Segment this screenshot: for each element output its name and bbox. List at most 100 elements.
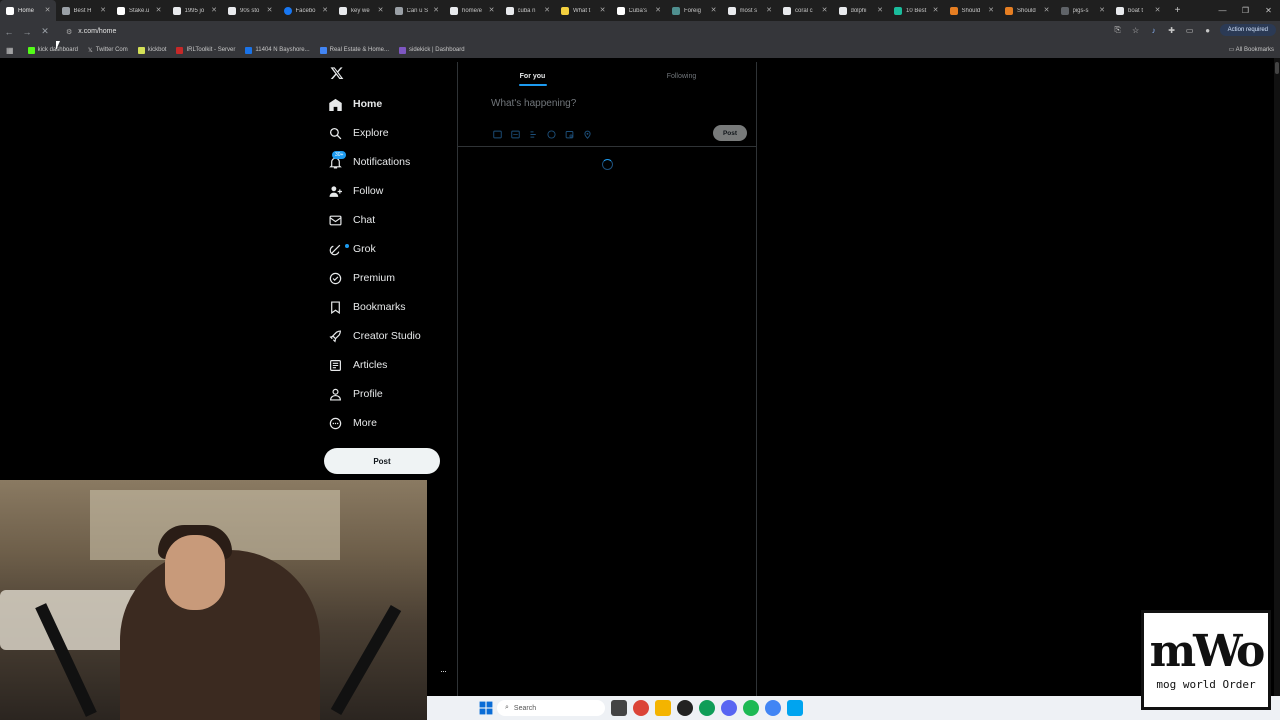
sidebar-item-chat[interactable]: Chat: [324, 209, 375, 231]
sidebar-item-profile[interactable]: Profile: [324, 383, 383, 405]
minimize-icon[interactable]: —: [1211, 6, 1234, 15]
sidebar-item-bookmarks[interactable]: Bookmarks: [324, 296, 406, 318]
browser-tab[interactable]: most s ✕: [722, 0, 778, 21]
spotify-icon[interactable]: [743, 700, 759, 716]
browser-tab[interactable]: Home ✕: [0, 0, 56, 21]
install-app-icon[interactable]: ⎘: [1112, 25, 1124, 35]
page-scrollbar[interactable]: [1274, 58, 1280, 720]
x-logo-icon[interactable]: [330, 66, 344, 80]
close-icon[interactable]: ✕: [822, 6, 828, 14]
close-icon[interactable]: ✕: [877, 6, 883, 14]
close-icon[interactable]: ✕: [711, 6, 717, 14]
bookmark-item[interactable]: sidekick | Dashboard: [399, 46, 465, 54]
location-icon[interactable]: [581, 129, 593, 139]
browser-tab[interactable]: What t ✕: [555, 0, 611, 21]
new-tab-button[interactable]: +: [1170, 5, 1186, 16]
extensions-icon[interactable]: ✚: [1166, 26, 1178, 35]
profile-avatar-icon[interactable]: ●: [1202, 26, 1214, 35]
bookmark-item[interactable]: IRLToolkit - Server: [176, 46, 235, 54]
browser-tab[interactable]: Can u S ✕: [389, 0, 445, 21]
chrome-icon[interactable]: [633, 700, 649, 716]
close-icon[interactable]: ✕: [1044, 6, 1050, 14]
bookmark-item[interactable]: kickbot: [137, 46, 166, 54]
sidebar-item-premium[interactable]: Premium: [324, 267, 395, 289]
browser-tab[interactable]: cuba n ✕: [500, 0, 556, 21]
sidepanel-icon[interactable]: ▭: [1184, 26, 1196, 35]
browser-tab[interactable]: home/e ✕: [444, 0, 500, 21]
composer-input[interactable]: What's happening?: [491, 98, 576, 109]
sidebar-item-home[interactable]: Home: [324, 93, 382, 115]
close-icon[interactable]: ✕: [1099, 6, 1105, 14]
tab-following[interactable]: Following: [607, 62, 756, 90]
sidebar-item-notifications[interactable]: 30+ Notifications: [324, 150, 410, 173]
sidebar-item-more[interactable]: More: [324, 412, 377, 434]
sidebar-item-creator-studio[interactable]: Creator Studio: [324, 325, 421, 347]
star-icon[interactable]: ☆: [1130, 26, 1142, 35]
bookmark-item[interactable]: 11404 N Bayshore...: [245, 46, 310, 54]
browser-tab[interactable]: Foreig ✕: [666, 0, 722, 21]
all-bookmarks-button[interactable]: ▭ All Bookmarks: [1229, 46, 1274, 53]
browser-tab[interactable]: 90s sto ✕: [222, 0, 278, 21]
tab-for-you[interactable]: For you: [458, 62, 607, 90]
sidebar-item-explore[interactable]: Explore: [324, 122, 389, 144]
notes-icon[interactable]: [787, 700, 803, 716]
windows-start-icon[interactable]: [479, 701, 493, 715]
media-icon[interactable]: [491, 129, 503, 139]
close-icon[interactable]: ✕: [211, 6, 217, 14]
audio-icon[interactable]: ♪: [1148, 26, 1160, 35]
forward-icon[interactable]: →: [18, 27, 36, 37]
sidebar-item-follow[interactable]: Follow: [324, 180, 383, 202]
browser-tab[interactable]: dolphi ✕: [833, 0, 889, 21]
browser-tab[interactable]: 10 Best ✕: [888, 0, 944, 21]
sidebar-item-grok[interactable]: Grok: [324, 238, 376, 260]
chrome-icon[interactable]: [765, 700, 781, 716]
action-required-button[interactable]: Action required: [1219, 24, 1276, 36]
close-icon[interactable]: ✕: [100, 6, 106, 14]
taskbar-search[interactable]: ⌕ Search: [497, 700, 605, 716]
chrome-icon[interactable]: [699, 700, 715, 716]
close-window-icon[interactable]: ✕: [1257, 6, 1280, 15]
composer-post-button[interactable]: Post: [713, 125, 747, 141]
bookmark-item[interactable]: 𝕏 Twitter Com: [88, 47, 128, 54]
post-button[interactable]: Post: [324, 448, 440, 474]
browser-tab[interactable]: Best H ✕: [56, 0, 112, 21]
site-info-icon[interactable]: ⚙: [66, 28, 72, 36]
reload-icon[interactable]: ✕: [36, 26, 54, 37]
apps-grid-icon[interactable]: ▦: [6, 46, 14, 55]
obs-icon[interactable]: [677, 700, 693, 716]
file-explorer-icon[interactable]: [655, 700, 671, 716]
close-icon[interactable]: ✕: [933, 6, 939, 14]
browser-tab[interactable]: coral c ✕: [777, 0, 833, 21]
close-icon[interactable]: ✕: [600, 6, 606, 14]
close-icon[interactable]: ✕: [156, 6, 162, 14]
sidebar-item-articles[interactable]: Articles: [324, 354, 387, 376]
address-bar[interactable]: ⚙ x.com/home: [60, 24, 1110, 39]
discord-icon[interactable]: [721, 700, 737, 716]
browser-tab[interactable]: Should ✕: [999, 0, 1055, 21]
browser-tab[interactable]: key we ✕: [333, 0, 389, 21]
browser-tab[interactable]: Stake.u ✕: [111, 0, 167, 21]
task-view-icon[interactable]: [611, 700, 627, 716]
back-icon[interactable]: ←: [0, 27, 18, 37]
poll-icon[interactable]: [527, 129, 539, 139]
gif-icon[interactable]: [509, 129, 521, 139]
browser-tab[interactable]: pigs-s ✕: [1055, 0, 1111, 21]
browser-tab[interactable]: boat t ✕: [1110, 0, 1166, 21]
bookmark-item[interactable]: kick dashboard: [27, 46, 78, 54]
close-icon[interactable]: ✕: [267, 6, 273, 14]
browser-tab[interactable]: Should ✕: [944, 0, 1000, 21]
browser-tab[interactable]: Facebo ✕: [278, 0, 334, 21]
emoji-icon[interactable]: [545, 129, 557, 139]
close-icon[interactable]: ✕: [1155, 6, 1161, 14]
close-icon[interactable]: ✕: [544, 6, 550, 14]
close-icon[interactable]: ✕: [378, 6, 384, 14]
bookmark-item[interactable]: Real Estate & Home...: [319, 46, 389, 54]
account-more-dots[interactable]: ···: [440, 666, 447, 676]
browser-tab[interactable]: 1995 jo ✕: [167, 0, 223, 21]
close-icon[interactable]: ✕: [988, 6, 994, 14]
scrollbar-thumb[interactable]: [1275, 62, 1279, 74]
close-icon[interactable]: ✕: [433, 6, 439, 14]
schedule-icon[interactable]: [563, 129, 575, 139]
browser-tab[interactable]: Cuba's ✕: [611, 0, 667, 21]
close-icon[interactable]: ✕: [489, 6, 495, 14]
